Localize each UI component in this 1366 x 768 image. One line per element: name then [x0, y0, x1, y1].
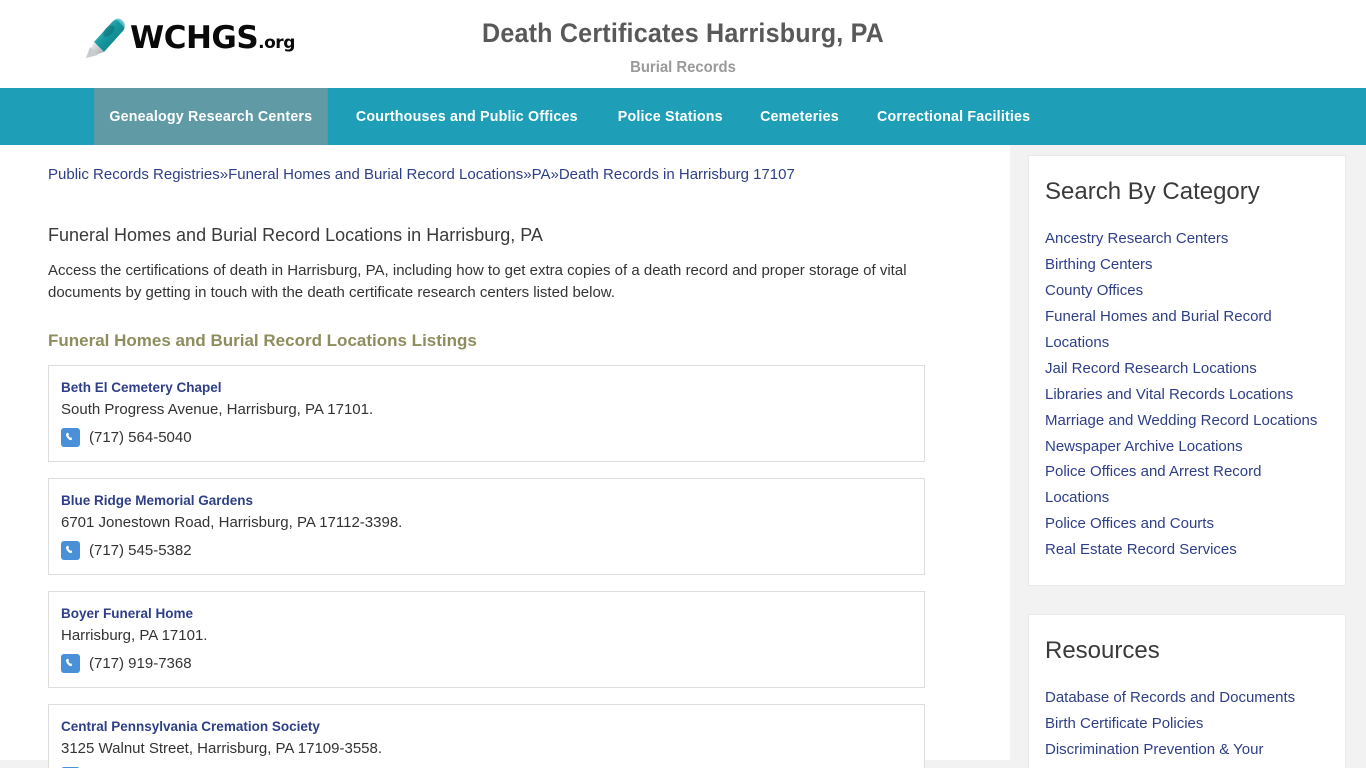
breadcrumb-item-1[interactable]: Funeral Homes and Burial Record Location… — [228, 166, 523, 183]
nav-item-police-stations[interactable]: Police Stations — [603, 88, 738, 145]
listing-name-link[interactable]: Central Pennsylvania Cremation Society — [61, 719, 908, 734]
listing-name-link[interactable]: Blue Ridge Memorial Gardens — [61, 493, 908, 508]
widget-search-by-category: Search By Category Ancestry Research Cen… — [1028, 155, 1346, 587]
nav-item-genealogy-research-centers[interactable]: Genealogy Research Centers — [94, 88, 328, 145]
category-link-marriage-and-wedding-record-locations[interactable]: Marriage and Wedding Record Locations — [1045, 408, 1323, 434]
listing-card: Central Pennsylvania Cremation Society 3… — [48, 704, 925, 768]
listing-card: Beth El Cemetery Chapel South Progress A… — [48, 365, 925, 463]
listing-address: Harrisburg, PA 17101. — [61, 627, 208, 645]
listing-name-link[interactable]: Beth El Cemetery Chapel — [61, 380, 908, 395]
main-content: Public Records Registries»Funeral Homes … — [0, 145, 1010, 768]
nav-item-correctional-facilities[interactable]: Correctional Facilities — [861, 88, 1045, 145]
listing-address: South Progress Avenue, Harrisburg, PA 17… — [61, 401, 374, 419]
content-description: Access the certifications of death in Ha… — [48, 261, 907, 302]
breadcrumb-item-0[interactable]: Public Records Registries — [48, 166, 220, 183]
listing-address: 6701 Jonestown Road, Harrisburg, PA 1711… — [61, 514, 403, 532]
category-link-funeral-homes-and-burial-record-locations[interactable]: Funeral Homes and Burial Record Location… — [1045, 304, 1323, 356]
category-link-ancestry-research-centers[interactable]: Ancestry Research Centers — [1045, 226, 1323, 252]
category-link-police-offices-and-courts[interactable]: Police Offices and Courts — [1045, 511, 1323, 537]
resources-link-list: Database of Records and Documents Birth … — [1045, 685, 1323, 763]
nav-item-cemeteries[interactable]: Cemeteries — [745, 88, 854, 145]
resource-link-database-of-records-and-documents[interactable]: Database of Records and Documents — [1045, 685, 1323, 711]
breadcrumb-item-3[interactable]: Death Records in Harrisburg 17107 — [559, 166, 795, 183]
content-heading: Funeral Homes and Burial Record Location… — [48, 224, 543, 245]
listing-phone: (717) 545-5382 — [89, 542, 192, 560]
nav-item-courthouses-and-public-offices[interactable]: Courthouses and Public Offices — [340, 88, 592, 145]
phone-icon — [61, 541, 80, 561]
resource-link-discrimination-prevention[interactable]: Discrimination Prevention & Your — [1045, 737, 1323, 763]
listing-address: 3125 Walnut Street, Harrisburg, PA 17109… — [61, 740, 383, 758]
listing-phone-row: (717) 564-5040 — [61, 428, 908, 448]
listing-name-link[interactable]: Boyer Funeral Home — [61, 606, 908, 621]
widget-title: Resources — [1045, 637, 1160, 665]
breadcrumb-item-2[interactable]: PA — [532, 166, 551, 183]
breadcrumb-separator: » — [219, 166, 229, 183]
site-header: WCHGS.org Death Certificates Harrisburg,… — [0, 0, 1366, 88]
category-link-police-offices-and-arrest-record-locations[interactable]: Police Offices and Arrest Record Locatio… — [1045, 459, 1323, 511]
listing-phone-row: (717) 919-7368 — [61, 654, 908, 674]
listing-phone: (717) 564-5040 — [89, 429, 192, 447]
widget-resources: Resources Database of Records and Docume… — [1028, 614, 1346, 768]
widget-title: Search By Category — [1045, 178, 1260, 205]
page-body: Public Records Registries»Funeral Homes … — [0, 145, 1366, 768]
phone-icon — [61, 428, 80, 448]
breadcrumb-separator: » — [550, 166, 559, 183]
category-link-libraries-and-vital-records-locations[interactable]: Libraries and Vital Records Locations — [1045, 382, 1323, 408]
category-link-newspaper-archive-locations[interactable]: Newspaper Archive Locations — [1045, 434, 1323, 460]
category-link-real-estate-record-services[interactable]: Real Estate Record Services — [1045, 537, 1323, 563]
category-link-county-offices[interactable]: County Offices — [1045, 278, 1323, 304]
listing-phone: (717) 919-7368 — [89, 655, 192, 673]
phone-icon — [61, 654, 80, 674]
breadcrumb: Public Records Registries»Funeral Homes … — [48, 165, 1010, 185]
main-nav: Genealogy Research Centers Courthouses a… — [0, 88, 1366, 145]
category-link-list: Ancestry Research Centers Birthing Cente… — [1045, 226, 1323, 563]
breadcrumb-separator: » — [523, 166, 532, 183]
header-titles: Death Certificates Harrisburg, PA Burial… — [0, 12, 1366, 77]
category-link-jail-record-research-locations[interactable]: Jail Record Research Locations — [1045, 356, 1323, 382]
listing-phone-row: (717) 545-5382 — [61, 541, 908, 561]
resource-link-birth-certificate-policies[interactable]: Birth Certificate Policies — [1045, 711, 1323, 737]
listings-heading: Funeral Homes and Burial Record Location… — [48, 331, 477, 351]
sidebar: Search By Category Ancestry Research Cen… — [1010, 145, 1366, 768]
listing-card: Blue Ridge Memorial Gardens 6701 Jonesto… — [48, 478, 925, 576]
listing-card: Boyer Funeral Home Harrisburg, PA 17101.… — [48, 591, 925, 689]
page-subtitle: Burial Records — [630, 58, 736, 76]
category-link-birthing-centers[interactable]: Birthing Centers — [1045, 252, 1323, 278]
page-title: Death Certificates Harrisburg, PA — [482, 17, 884, 48]
